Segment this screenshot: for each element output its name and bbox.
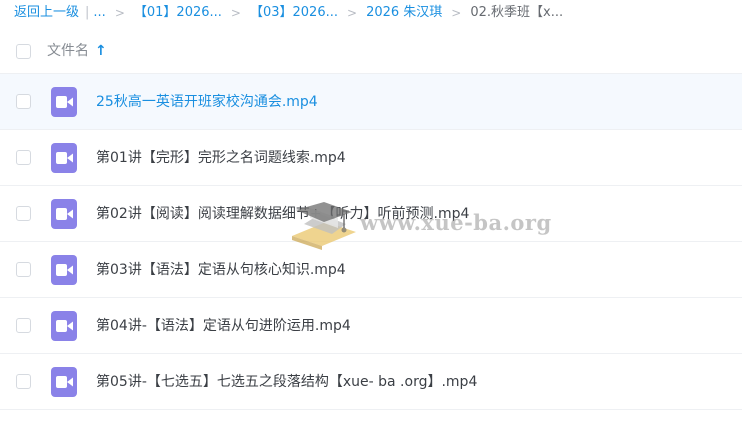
file-checkbox[interactable]: [16, 374, 31, 389]
breadcrumb-divider: |: [85, 5, 90, 20]
video-file-icon: [51, 143, 77, 173]
file-browser: 返回上一级 | ... > 【01】2026... > 【03】2026... …: [0, 0, 742, 429]
file-checkbox[interactable]: [16, 150, 31, 165]
video-file-icon: [51, 87, 77, 117]
back-link[interactable]: 返回上一级: [14, 0, 79, 26]
file-row[interactable]: 第03讲【语法】定语从句核心知识.mp4: [0, 242, 742, 298]
video-file-icon: [51, 199, 77, 229]
file-row[interactable]: 第01讲【完形】完形之名词题线索.mp4: [0, 130, 742, 186]
breadcrumb-item-01[interactable]: 【01】2026...: [134, 0, 222, 26]
video-file-icon: [51, 311, 77, 341]
file-name[interactable]: 第02讲【阅读】阅读理解数据细节+【听力】听前预测.mp4: [96, 186, 469, 242]
video-file-icon: [51, 255, 77, 285]
column-name-label: 文件名: [47, 43, 89, 59]
file-row[interactable]: 25秋高一英语开班家校沟通会.mp4: [0, 74, 742, 130]
breadcrumb-ellipsis[interactable]: ...: [93, 0, 105, 26]
breadcrumb-current: 02.秋季班【x...: [470, 5, 564, 20]
file-name[interactable]: 第04讲-【语法】定语从句进阶运用.mp4: [96, 298, 351, 354]
file-name[interactable]: 第01讲【完形】完形之名词题线索.mp4: [96, 130, 346, 186]
arrow-up-icon: ↑: [95, 43, 107, 59]
breadcrumb-separator: >: [451, 6, 462, 20]
breadcrumb-separator: >: [347, 6, 358, 20]
breadcrumb-item-03[interactable]: 【03】2026...: [250, 0, 338, 26]
file-checkbox[interactable]: [16, 318, 31, 333]
file-row[interactable]: 第05讲-【七选五】七选五之段落结构【xue- ba .org】.mp4: [0, 354, 742, 410]
file-checkbox[interactable]: [16, 94, 31, 109]
file-row[interactable]: 第04讲-【语法】定语从句进阶运用.mp4: [0, 298, 742, 354]
file-name[interactable]: 25秋高一英语开班家校沟通会.mp4: [96, 74, 318, 130]
breadcrumb-separator: >: [230, 6, 241, 20]
sort-by-name-button[interactable]: 文件名 ↑: [47, 28, 107, 74]
breadcrumb-item-teacher[interactable]: 2026 朱汉琪: [366, 0, 442, 26]
video-file-icon: [51, 367, 77, 397]
select-all-checkbox[interactable]: [16, 44, 31, 59]
breadcrumb: 返回上一级 | ... > 【01】2026... > 【03】2026... …: [14, 0, 563, 26]
file-checkbox[interactable]: [16, 206, 31, 221]
file-row[interactable]: 第02讲【阅读】阅读理解数据细节+【听力】听前预测.mp4: [0, 186, 742, 242]
breadcrumb-separator: >: [114, 6, 125, 20]
file-name[interactable]: 第05讲-【七选五】七选五之段落结构【xue- ba .org】.mp4: [96, 354, 477, 410]
file-checkbox[interactable]: [16, 262, 31, 277]
file-name[interactable]: 第03讲【语法】定语从句核心知识.mp4: [96, 242, 346, 298]
list-header: 文件名 ↑: [0, 28, 742, 74]
